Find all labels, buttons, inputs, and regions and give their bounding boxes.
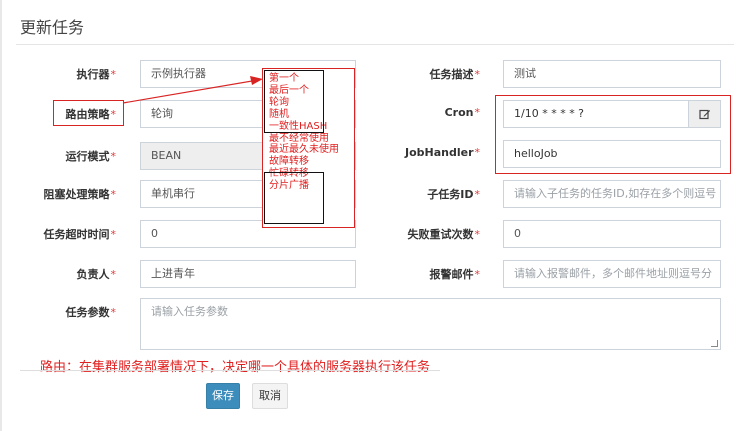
desc-label: 任务描述* [429,68,481,81]
owner-input[interactable]: 上进青年 [140,260,356,288]
failover-options-box [264,172,324,224]
retry-label: 失败重试次数* [407,228,481,241]
cancel-button[interactable]: 取消 [252,383,288,409]
timeout-label: 任务超时时间* [43,228,117,241]
retry-input[interactable]: 0 [503,220,721,248]
params-label: 任务参数* [65,306,117,319]
executor-label: 执行器* [76,68,117,81]
cron-label: Cron* [444,106,480,119]
route-option[interactable]: 最不经常使用 [269,133,354,145]
annotation-arrow [122,76,263,104]
jobhandler-label: JobHandler* [404,146,480,159]
desc-input[interactable]: 测试 [503,60,721,88]
route-option[interactable]: 最近最久未使用 [269,144,354,156]
left-border [0,0,2,431]
params-textarea[interactable]: 请输入任务参数 [140,298,721,350]
cron-handler-highlight [495,95,731,174]
child-task-label: 子任务ID* [427,188,480,201]
route-label: 路由策略* [65,108,117,121]
email-label: 报警邮件* [429,268,481,281]
route-annotation-note: 路由：在集群服务部署情况下，决定哪一个具体的服务器执行该任务 [40,360,431,375]
page-title: 更新任务 [20,18,85,37]
note-divider [20,370,440,371]
block-strategy-label: 阻塞处理策略* [43,188,117,201]
email-input[interactable]: 请输入报警邮件，多个邮件地址则逗号分 [503,260,721,288]
title-divider [16,44,734,45]
save-button[interactable]: 保存 [206,383,240,409]
common-options-box [264,70,324,133]
route-option[interactable]: 故障转移 [269,156,354,168]
child-task-input[interactable]: 请输入子任务的任务ID,如存在多个则逗号 [503,180,721,208]
run-mode-label: 运行模式* [65,150,117,163]
resize-handle[interactable] [711,340,718,347]
owner-label: 负责人* [76,268,117,281]
